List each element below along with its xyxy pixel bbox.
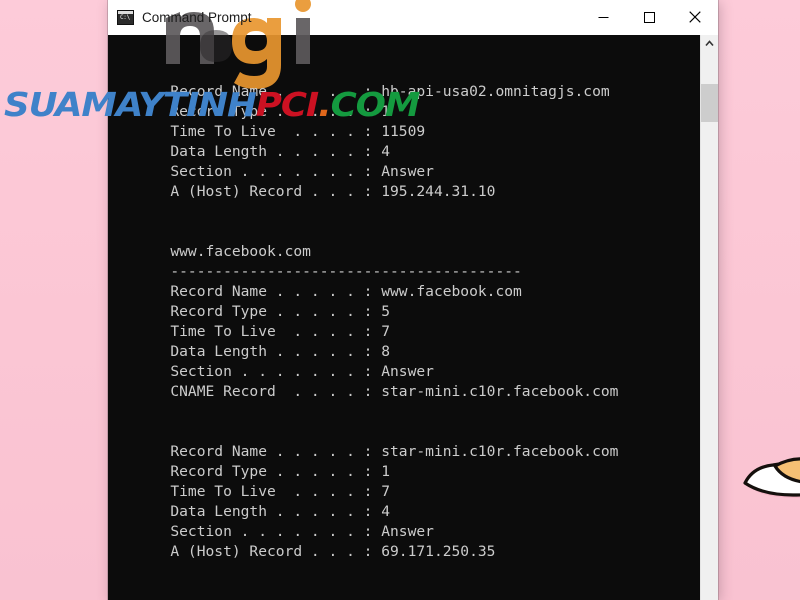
console-line: Data Length . . . . . : 8	[144, 343, 391, 360]
minimize-button[interactable]	[580, 0, 626, 34]
console-line: Record Name . . . . . : www.facebook.com	[144, 283, 522, 300]
window-title: Command Prompt	[142, 9, 252, 25]
titlebar-left-group: C:\ Command Prompt	[108, 9, 252, 25]
close-icon	[689, 11, 701, 23]
console-line: Section . . . . . . . : Answer	[144, 163, 434, 180]
cmd-icon: C:\	[117, 9, 134, 25]
console-line: Time To Live . . . . : 7	[144, 323, 391, 340]
console-line: Data Length . . . . . : 4	[144, 503, 391, 520]
console-scrollbar[interactable]	[700, 35, 718, 600]
scroll-up-button[interactable]	[701, 35, 718, 52]
console-line: ----------------------------------------	[144, 263, 522, 280]
window-titlebar[interactable]: C:\ Command Prompt	[108, 0, 718, 89]
console-line: www.facebook.com	[144, 243, 311, 260]
wallpaper-corgi-illustration	[743, 457, 800, 498]
console-line: Record Type . . . . . : 5	[144, 303, 391, 320]
console-line: Section . . . . . . . : Answer	[144, 363, 434, 380]
console-line: Section . . . . . . . : Answer	[144, 523, 434, 540]
close-button[interactable]	[672, 0, 718, 34]
console-line: Time To Live . . . . : 11509	[144, 123, 426, 140]
cmd-icon-prompt-text: C:\	[120, 13, 130, 21]
console-output-area[interactable]: Record Name . . . . . : hb-api-usa02.omn…	[108, 35, 718, 600]
window-controls[interactable]	[580, 0, 718, 34]
minimize-icon	[598, 16, 608, 18]
desktop-background: C:\ Command Prompt Record Name . . . . .…	[0, 0, 800, 600]
console-text: Record Name . . . . . : hb-api-usa02.omn…	[108, 35, 700, 600]
console-line: Record Type . . . . . : 1	[144, 463, 391, 480]
console-line: CNAME Record . . . . : star-mini.c10r.fa…	[144, 383, 619, 400]
console-line: Data Length . . . . . : 4	[144, 143, 391, 160]
chevron-up-icon	[705, 40, 714, 47]
console-line: A (Host) Record . . . : 69.171.250.35	[144, 543, 496, 560]
scroll-thumb[interactable]	[701, 84, 718, 122]
console-line: A (Host) Record . . . : 195.244.31.10	[144, 183, 496, 200]
console-line: Time To Live . . . . : 7	[144, 483, 391, 500]
maximize-icon	[643, 11, 655, 23]
console-line: Record Name . . . . . : star-mini.c10r.f…	[144, 443, 619, 460]
command-prompt-window[interactable]: C:\ Command Prompt Record Name . . . . .…	[108, 0, 718, 600]
maximize-button[interactable]	[626, 0, 672, 34]
console-line: Record Type . . . . . : 1	[144, 103, 391, 120]
console-line: Record Name . . . . . : hb-api-usa02.omn…	[144, 83, 610, 100]
